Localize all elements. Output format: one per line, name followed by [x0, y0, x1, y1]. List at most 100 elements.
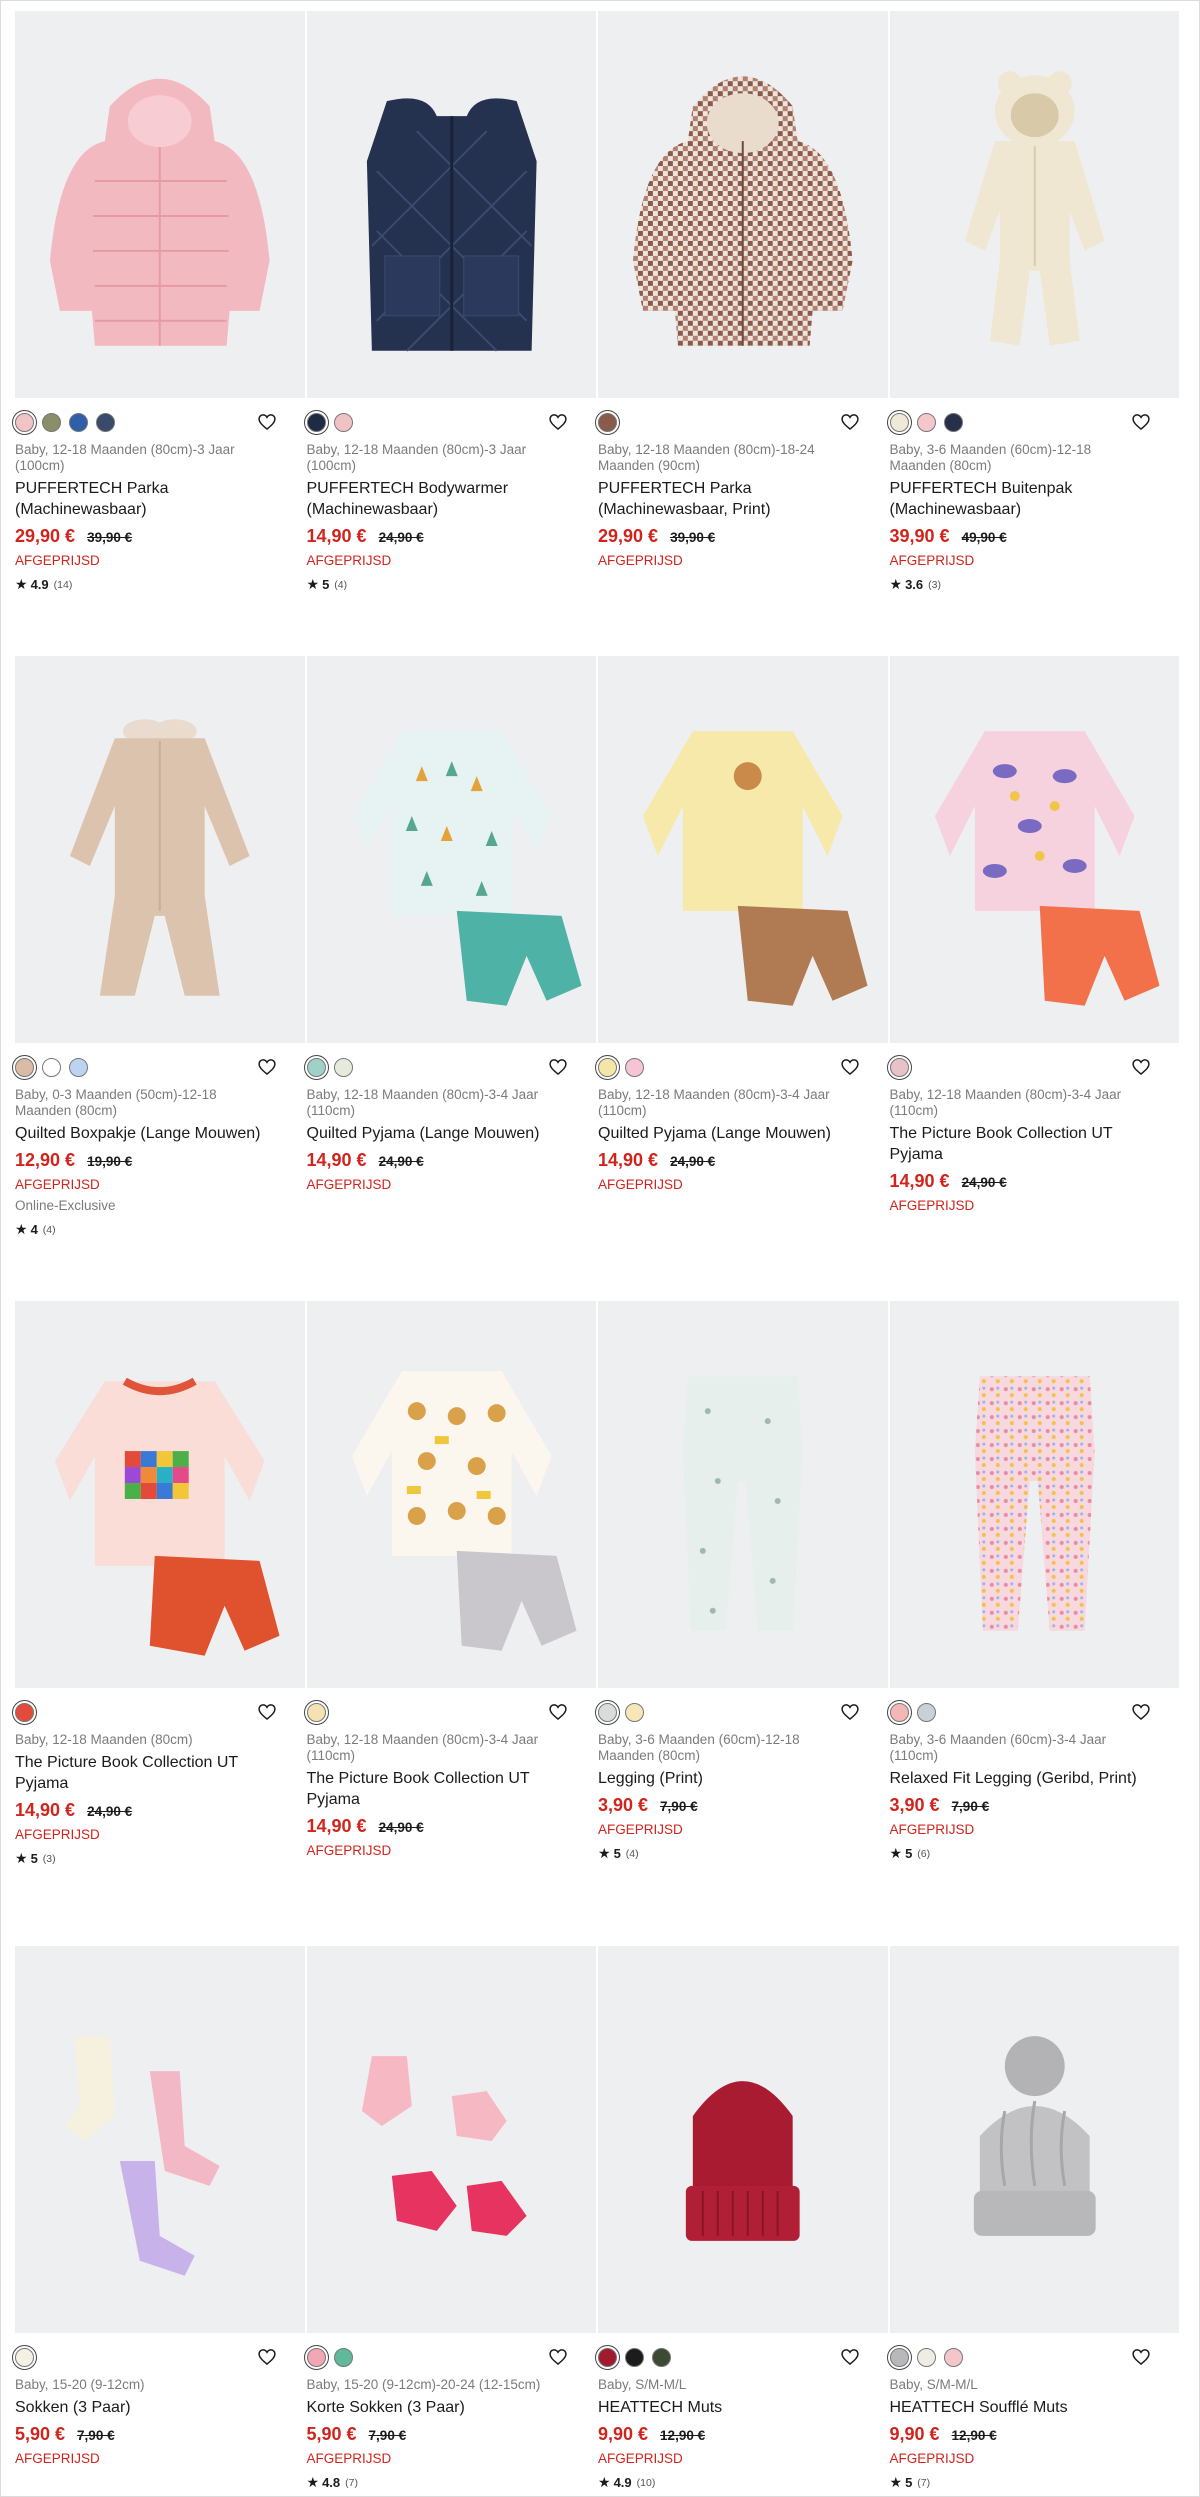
favorite-heart-icon[interactable] [257, 1702, 277, 1722]
product-name[interactable]: Quilted Boxpakje (Lange Mouwen) [15, 1123, 305, 1144]
product-name[interactable]: Quilted Pyjama (Lange Mouwen) [307, 1123, 597, 1144]
product-name[interactable]: PUFFERTECH Parka (Machinewasbaar, Print) [598, 478, 888, 520]
color-swatch[interactable] [595, 1054, 620, 1080]
product-card[interactable]: Baby, 12-18 Maanden (80cm)-3-4 Jaar (110… [595, 656, 890, 1301]
product-card[interactable]: Baby, 3-6 Maanden (60cm)-12-18 Maanden (… [595, 1301, 890, 1946]
color-swatch[interactable] [42, 412, 61, 432]
product-name[interactable]: HEATTECH Muts [598, 2397, 888, 2418]
tree-pyjama-image[interactable] [306, 656, 598, 1043]
checked-puffer-jacket-image[interactable] [598, 11, 890, 398]
product-name[interactable]: Quilted Pyjama (Lange Mouwen) [598, 1123, 888, 1144]
favorite-heart-icon[interactable] [1131, 412, 1151, 432]
color-swatch[interactable] [943, 2347, 963, 2367]
color-swatch[interactable] [303, 1054, 329, 1080]
favorite-heart-icon[interactable] [1131, 1702, 1151, 1722]
favorite-heart-icon[interactable] [257, 1057, 277, 1077]
favorite-heart-icon[interactable] [257, 412, 277, 432]
beige-boxpakje-image[interactable] [15, 656, 307, 1043]
pink-puffer-jacket-image[interactable] [15, 11, 307, 398]
product-name[interactable]: The Picture Book Collection UT Pyjama [15, 1752, 305, 1794]
product-name[interactable]: The Picture Book Collection UT Pyjama [890, 1123, 1180, 1165]
favorite-heart-icon[interactable] [548, 1702, 568, 1722]
product-card[interactable]: Baby, 12-18 Maanden (80cm)-3 Jaar (100cm… [303, 11, 598, 656]
navy-quilted-vest-image[interactable] [306, 11, 598, 398]
product-card[interactable]: Baby, 12-18 Maanden (80cm) The Picture B… [12, 1301, 307, 1946]
product-card[interactable]: Baby, 12-18 Maanden (80cm)-18-24 Maanden… [595, 11, 890, 656]
product-name[interactable]: PUFFERTECH Buitenpak (Machinewasbaar) [890, 478, 1180, 520]
product-name[interactable]: PUFFERTECH Parka (Machinewasbaar) [15, 478, 305, 520]
grey-bobble-hat-image[interactable] [889, 1946, 1181, 2333]
product-card[interactable]: Baby, 12-18 Maanden (80cm)-3-4 Jaar (110… [303, 656, 598, 1301]
product-card[interactable]: Baby, 3-6 Maanden (60cm)-3-4 Jaar (110cm… [886, 1301, 1181, 1946]
mint-legging-image[interactable] [598, 1301, 890, 1688]
color-swatch[interactable] [625, 1702, 644, 1722]
product-name[interactable]: Sokken (3 Paar) [15, 2397, 305, 2418]
product-name[interactable]: The Picture Book Collection UT Pyjama [307, 1768, 597, 1810]
color-swatch[interactable] [652, 2347, 671, 2367]
color-swatch[interactable] [333, 412, 353, 432]
favorite-heart-icon[interactable] [840, 2347, 860, 2367]
product-card[interactable]: Baby, 0-3 Maanden (50cm)-12-18 Maanden (… [12, 656, 307, 1301]
product-name[interactable]: Relaxed Fit Legging (Geribd, Print) [890, 1768, 1180, 1789]
product-card[interactable]: Baby, S/M-M/L HEATTECH Soufflé Muts 9,90… [886, 1946, 1181, 2497]
bear-print-pyjama-image[interactable] [306, 1301, 598, 1688]
color-swatch[interactable] [886, 409, 912, 435]
product-card[interactable]: Baby, 3-6 Maanden (60cm)-12-18 Maanden (… [886, 11, 1181, 656]
color-swatch[interactable] [625, 2347, 644, 2367]
color-swatch[interactable] [303, 409, 329, 435]
product-name[interactable]: PUFFERTECH Bodywarmer (Machinewasbaar) [307, 478, 597, 520]
favorite-heart-icon[interactable] [840, 1702, 860, 1722]
color-swatch[interactable] [303, 1699, 329, 1725]
color-swatch[interactable] [42, 1057, 61, 1077]
product-name[interactable]: HEATTECH Soufflé Muts [890, 2397, 1180, 2418]
rating: ★ 5 (4) [598, 1845, 888, 1862]
color-swatch[interactable] [916, 412, 936, 432]
cream-snowsuit-image[interactable] [889, 11, 1181, 398]
color-swatch[interactable] [625, 1057, 644, 1077]
favorite-heart-icon[interactable] [548, 412, 568, 432]
color-swatch[interactable] [595, 409, 620, 435]
color-swatch[interactable] [12, 2344, 37, 2370]
yellow-pyjama-image[interactable] [598, 656, 890, 1043]
color-swatch[interactable] [96, 412, 115, 432]
star-icon: ★ [889, 1845, 903, 1861]
floral-legging-image[interactable] [889, 1301, 1181, 1688]
color-swatch[interactable] [12, 1054, 37, 1080]
product-name[interactable]: Korte Sokken (3 Paar) [307, 2397, 597, 2418]
color-swatch[interactable] [69, 412, 88, 432]
elmer-pyjama-image[interactable] [15, 1301, 307, 1688]
color-swatch[interactable] [595, 2344, 620, 2370]
color-swatch[interactable] [886, 1054, 912, 1080]
color-swatch[interactable] [886, 2344, 912, 2370]
color-swatch[interactable] [916, 2347, 936, 2367]
color-swatch[interactable] [12, 409, 37, 435]
color-swatch[interactable] [303, 2344, 329, 2370]
product-card[interactable]: Baby, S/M-M/L HEATTECH Muts 9,90 € 12,90… [595, 1946, 890, 2497]
product-name[interactable]: Legging (Print) [598, 1768, 888, 1789]
product-card[interactable]: Baby, 15-20 (9-12cm)-20-24 (12-15cm) Kor… [303, 1946, 598, 2497]
color-swatch[interactable] [69, 1057, 88, 1077]
favorite-heart-icon[interactable] [548, 1057, 568, 1077]
favorite-heart-icon[interactable] [840, 412, 860, 432]
color-swatch[interactable] [12, 1699, 37, 1725]
product-card[interactable]: Baby, 12-18 Maanden (80cm)-3-4 Jaar (110… [886, 656, 1181, 1301]
favorite-heart-icon[interactable] [257, 2347, 277, 2367]
color-swatch[interactable] [595, 1699, 620, 1725]
color-swatch[interactable] [333, 2347, 353, 2367]
color-swatch[interactable] [333, 1057, 353, 1077]
favorite-heart-icon[interactable] [1131, 2347, 1151, 2367]
favorite-heart-icon[interactable] [1131, 1057, 1151, 1077]
pink-print-pyjama-image[interactable] [889, 656, 1181, 1043]
socks-pastel-image[interactable] [15, 1946, 307, 2333]
product-card[interactable]: Baby, 15-20 (9-12cm) Sokken (3 Paar) 5,9… [12, 1946, 307, 2497]
socks-pink-image[interactable] [306, 1946, 598, 2333]
product-card[interactable]: Baby, 12-18 Maanden (80cm)-3-4 Jaar (110… [303, 1301, 598, 1946]
red-beanie-image[interactable] [598, 1946, 890, 2333]
product-card[interactable]: Baby, 12-18 Maanden (80cm)-3 Jaar (100cm… [12, 11, 307, 656]
color-swatch[interactable] [886, 1699, 912, 1725]
color-swatch[interactable] [916, 1702, 936, 1722]
favorite-heart-icon[interactable] [840, 1057, 860, 1077]
favorite-heart-icon[interactable] [548, 2347, 568, 2367]
color-swatch[interactable] [943, 412, 963, 432]
price-row: 14,90 € 24,90 € [598, 1150, 888, 1171]
